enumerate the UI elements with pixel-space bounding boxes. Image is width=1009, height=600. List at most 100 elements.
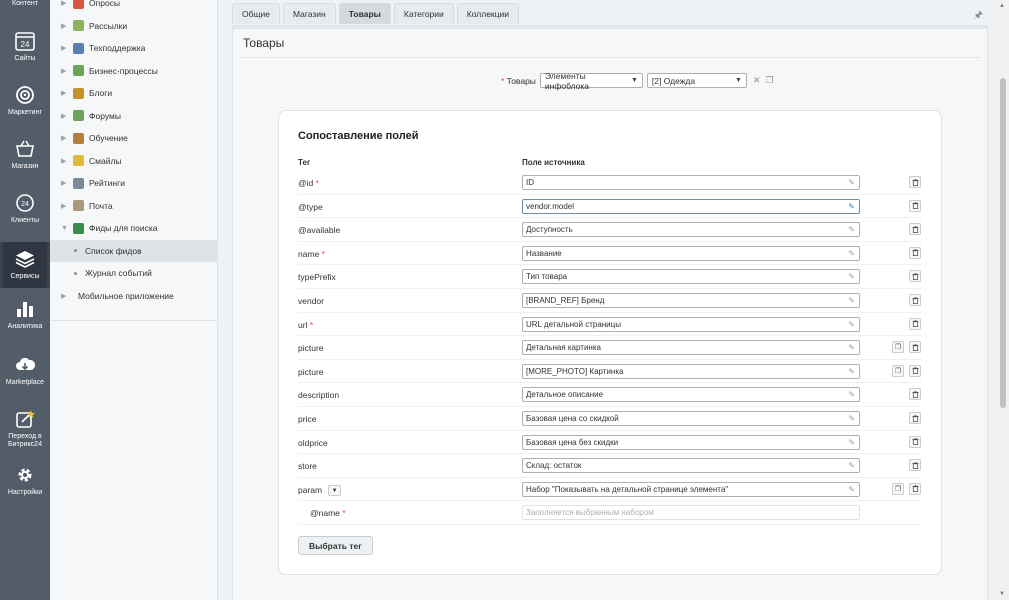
tag-dropdown-button[interactable]: ▼ <box>328 485 342 497</box>
pencil-icon[interactable]: ✎ <box>848 272 855 281</box>
trash-icon[interactable] <box>909 388 921 401</box>
chevron-right-icon[interactable]: ▶ <box>61 112 71 120</box>
tab-shop[interactable]: Магазин <box>282 3 336 24</box>
copy-icon[interactable]: ❐ <box>892 341 904 354</box>
pencil-icon[interactable]: ✎ <box>848 225 855 234</box>
chevron-right-icon[interactable]: ▶ <box>61 67 71 75</box>
chevron-right-icon[interactable]: ▶ <box>61 157 71 165</box>
chevron-right-icon[interactable]: ▶ <box>61 89 71 97</box>
tag-name: description <box>298 390 339 400</box>
copy-icon[interactable]: ❐ <box>765 75 773 86</box>
trash-icon[interactable] <box>909 294 921 306</box>
submenu-item[interactable]: ▶ Блоги <box>50 82 218 104</box>
trash-icon[interactable] <box>909 364 921 377</box>
submenu-subitem[interactable]: Список фидов <box>50 239 218 262</box>
submenu-item[interactable]: ▶ Мобильное приложение <box>50 285 218 307</box>
chevron-right-icon[interactable]: ▶ <box>61 202 71 210</box>
source-field-input[interactable]: Заполняется выбранным набором <box>522 505 860 521</box>
chevron-right-icon[interactable]: ▶ <box>61 22 71 30</box>
submenu-item[interactable]: ▶ Форумы <box>50 105 218 127</box>
left-menu-item[interactable]: 24 Клиенты <box>0 192 50 225</box>
source-field-input[interactable]: Детальная картинка ✎ <box>522 340 860 356</box>
submenu-item[interactable]: ▶ Почта <box>50 195 218 217</box>
left-menu-label: Переход в Битрикс24 <box>8 433 42 448</box>
submenu-item[interactable]: ▼ Фиды для поиска <box>50 217 218 239</box>
trash-icon[interactable] <box>909 246 921 259</box>
trash-icon[interactable] <box>909 317 921 330</box>
choose-tag-button[interactable]: Выбрать тег <box>298 536 373 555</box>
chevron-down-icon[interactable]: ▼ <box>61 225 71 232</box>
pencil-icon[interactable]: ✎ <box>848 485 855 494</box>
pencil-icon[interactable]: ✎ <box>848 178 855 187</box>
source-field-input[interactable]: URL детальной страницы ✎ <box>522 316 860 332</box>
source-field-input[interactable]: Доступность ✎ <box>522 222 860 238</box>
source-field-input[interactable]: Детальное описание ✎ <box>522 387 860 403</box>
submenu-item[interactable]: ▶ Рейтинги <box>50 172 218 194</box>
chevron-right-icon[interactable]: ▶ <box>61 44 71 52</box>
pencil-icon[interactable]: ✎ <box>848 249 855 258</box>
pencil-icon[interactable]: ✎ <box>848 438 855 447</box>
chevron-right-icon[interactable]: ▶ <box>61 179 71 187</box>
left-menu-item[interactable]: Сервисы <box>0 242 50 288</box>
submenu-item[interactable]: ▶ Техподдержка <box>50 37 218 59</box>
submenu-subitem[interactable]: Журнал событий <box>50 262 218 284</box>
copy-icon[interactable]: ❐ <box>892 364 904 377</box>
submenu-item[interactable]: ▶ Опросы <box>50 0 218 14</box>
trash-icon[interactable] <box>909 412 921 424</box>
iblock-select[interactable]: [2] Одежда ▼ <box>646 73 747 88</box>
pencil-icon[interactable]: ✎ <box>848 390 855 399</box>
left-menu-item[interactable]: Переход в Битрикс24 <box>0 408 50 449</box>
trash-icon[interactable] <box>909 176 921 188</box>
trash-icon[interactable] <box>909 223 921 236</box>
submenu-item[interactable]: ▶ Смайлы <box>50 150 218 172</box>
pencil-icon[interactable]: ✎ <box>848 461 855 470</box>
source-type-select[interactable]: Элементы инфоблока ▼ <box>539 71 643 91</box>
tab-collections[interactable]: Коллекции <box>456 3 520 24</box>
left-menu-item[interactable]: Маркетинг <box>0 84 50 117</box>
trash-icon[interactable] <box>909 341 921 354</box>
pencil-icon[interactable]: ✎ <box>848 202 855 211</box>
scroll-thumb[interactable] <box>1000 78 1006 408</box>
submenu-item[interactable]: ▶ Обучение <box>50 127 218 149</box>
source-field-input[interactable]: ID ✎ <box>522 175 860 190</box>
chevron-right-icon[interactable]: ▶ <box>61 134 71 142</box>
page-scrollbar[interactable]: ▲ ▼ <box>997 0 1009 600</box>
pencil-icon[interactable]: ✎ <box>848 367 855 376</box>
source-field-input[interactable]: Тип товара ✎ <box>522 269 860 285</box>
trash-icon[interactable] <box>909 199 921 212</box>
trash-icon[interactable] <box>909 435 921 448</box>
left-menu-item[interactable]: Контент <box>0 0 50 10</box>
tab-categories[interactable]: Категории <box>393 3 454 24</box>
submenu-item[interactable]: ▶ Рассылки <box>50 15 218 37</box>
pencil-icon[interactable]: ✎ <box>848 320 855 329</box>
chevron-right-icon[interactable]: ▶ <box>61 292 71 300</box>
left-menu-item[interactable]: Аналитика <box>0 298 50 331</box>
left-menu-item[interactable]: Настройки <box>0 464 50 497</box>
tab-general[interactable]: Общие <box>232 3 280 24</box>
source-field-input[interactable]: [BRAND_REF] Бренд ✎ <box>522 293 860 308</box>
pencil-icon[interactable]: ✎ <box>848 343 855 352</box>
left-menu-item[interactable]: Магазин <box>0 138 50 171</box>
trash-icon[interactable] <box>909 459 921 472</box>
source-field-input[interactable]: vendor.model ✎ <box>522 198 860 214</box>
pin-icon[interactable]: 🖈 <box>974 8 983 25</box>
source-field-input[interactable]: Базовая цена без скидки ✎ <box>522 434 860 450</box>
submenu-item[interactable]: ▶ Бизнес-процессы <box>50 60 218 82</box>
pencil-icon[interactable]: ✎ <box>848 414 855 423</box>
source-field-input[interactable]: Название ✎ <box>522 245 860 261</box>
trash-icon[interactable] <box>909 270 921 283</box>
close-icon[interactable]: ✕ <box>753 75 761 86</box>
left-menu-item[interactable]: 24 Сайты <box>0 30 50 63</box>
chevron-right-icon[interactable]: ▶ <box>61 0 71 7</box>
source-field-input[interactable]: Набор "Показывать на детальной странице … <box>522 481 860 497</box>
scroll-up-icon[interactable]: ▲ <box>999 3 1005 9</box>
left-menu-item[interactable]: Marketplace <box>0 354 50 387</box>
scroll-down-icon[interactable]: ▼ <box>999 591 1005 597</box>
trash-icon[interactable] <box>909 482 921 495</box>
source-field-input[interactable]: Склад: остаток ✎ <box>522 458 860 474</box>
source-field-input[interactable]: [MORE_PHOTO] Картинка ✎ <box>522 363 860 379</box>
tab-products[interactable]: Товары <box>338 3 391 24</box>
copy-icon[interactable]: ❐ <box>892 482 904 495</box>
pencil-icon[interactable]: ✎ <box>848 296 855 305</box>
source-field-input[interactable]: Базовая цена со скидкой ✎ <box>522 411 860 426</box>
